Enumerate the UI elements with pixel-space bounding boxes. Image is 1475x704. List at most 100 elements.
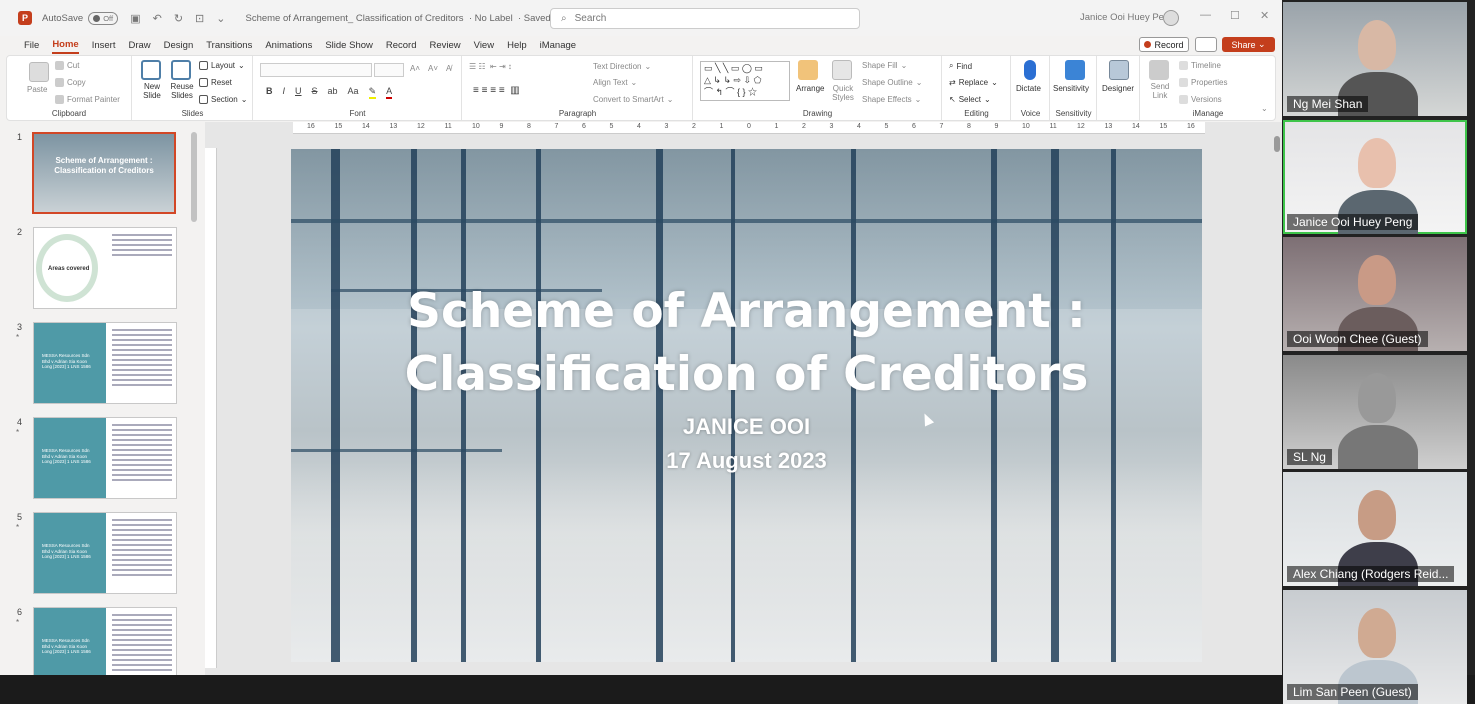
replace-button[interactable]: ⇄ Replace ⌄ (949, 78, 998, 87)
comments-button[interactable] (1195, 37, 1217, 52)
quick-styles-button[interactable]: Quick Styles (830, 84, 856, 102)
menu-view[interactable]: View (474, 38, 494, 53)
autosave-toggle[interactable]: Off (88, 11, 119, 25)
highlight-icon[interactable]: ✎ (368, 86, 377, 99)
new-slide-button[interactable]: New Slide (137, 82, 167, 100)
convert-smartart-button[interactable]: Convert to SmartArt ⌄ (593, 95, 673, 104)
search-box[interactable]: ⌕ Search (550, 8, 860, 29)
undo-icon[interactable]: ↶ (153, 12, 162, 25)
maximize-icon[interactable]: ☐ (1230, 9, 1240, 22)
menu-home[interactable]: Home (52, 37, 79, 54)
shape-effects-button[interactable]: Shape Effects ⌄ (862, 95, 921, 104)
menu-transitions[interactable]: Transitions (206, 38, 252, 53)
thumbnail-scrollbar[interactable] (191, 132, 197, 222)
text-direction-button[interactable]: Text Direction ⌄ (593, 62, 651, 71)
thumbnail-title: Areas covered (48, 266, 90, 272)
send-link-icon[interactable] (1149, 60, 1169, 80)
menu-design[interactable]: Design (164, 38, 194, 53)
menu-review[interactable]: Review (430, 38, 461, 53)
slide-thumbnail-6[interactable]: MESSA Resources Sdn Bhd v Adrian Sia Koo… (33, 607, 177, 675)
slide-thumbnail-3[interactable]: MESSA Resources Sdn Bhd v Adrian Sia Koo… (33, 322, 177, 404)
customize-qat-icon[interactable]: ⌄ (216, 12, 225, 25)
bold-icon[interactable]: B (266, 86, 273, 99)
decrease-font-size-icon[interactable]: A˅ (428, 64, 438, 73)
properties-button[interactable]: Properties (1179, 78, 1227, 87)
bullets-icon[interactable]: ☰ ☷ ⇤ ⇥ ↕ (469, 62, 512, 71)
slide-thumbnail-4[interactable]: MESSA Resources Sdn Bhd v Adrian Sia Koo… (33, 417, 177, 499)
clear-formatting-icon[interactable]: A̸ (446, 64, 451, 73)
menu-imanage[interactable]: iManage (540, 38, 576, 53)
participant-tile[interactable]: Alex Chiang (Rodgers Reid... (1283, 472, 1467, 586)
menu-animations[interactable]: Animations (265, 38, 312, 53)
participant-tile[interactable]: Ng Mei Shan (1283, 2, 1467, 116)
underline-icon[interactable]: U (295, 86, 302, 99)
reset-button[interactable]: Reset (199, 78, 232, 87)
autosave-state: Off (103, 13, 114, 23)
change-case-icon[interactable]: Aa (348, 86, 359, 99)
participant-tile[interactable]: Ooi Woon Chee (Guest) (1283, 237, 1467, 351)
dictate-button[interactable]: Dictate (1016, 84, 1041, 93)
participant-tile[interactable]: Janice Ooi Huey Peng (1283, 119, 1467, 234)
ruler-tick: 16 (307, 123, 315, 130)
designer-icon[interactable] (1109, 60, 1129, 80)
shape-outline-button[interactable]: Shape Outline ⌄ (862, 78, 922, 87)
minimize-icon[interactable]: — (1200, 9, 1211, 21)
section-button[interactable]: Section ⌄ (199, 95, 247, 104)
menu-help[interactable]: Help (507, 38, 527, 53)
participant-tile[interactable]: Lim San Peen (Guest) (1283, 589, 1467, 704)
paste-icon[interactable] (29, 62, 49, 82)
cut-button[interactable]: Cut (55, 61, 79, 70)
sensitivity-button[interactable]: Sensitivity (1053, 84, 1089, 93)
find-button[interactable]: ⌕ Find (949, 61, 972, 71)
menu-insert[interactable]: Insert (92, 38, 116, 53)
shapes-gallery[interactable]: ▭ ╲ ╲ ▭ ◯ ▭ △ ↳ ↳ ⇨ ⇩ ⬠ ⌒ ↰ ⌒ { } ☆ (700, 61, 790, 101)
current-slide[interactable]: Scheme of Arrangement : Classification o… (291, 149, 1202, 662)
increase-font-size-icon[interactable]: A˄ (410, 64, 420, 73)
share-button[interactable]: Share ⌄ (1222, 37, 1275, 52)
present-icon[interactable]: ⊡ (195, 12, 204, 25)
timeline-button[interactable]: Timeline (1179, 61, 1221, 70)
strikethrough-icon[interactable]: S (312, 86, 318, 99)
menu-record[interactable]: Record (386, 38, 417, 53)
shape-fill-button[interactable]: Shape Fill ⌄ (862, 61, 907, 70)
quick-styles-icon[interactable] (832, 60, 852, 80)
font-color-icon[interactable]: A (386, 86, 393, 99)
italic-icon[interactable]: I (283, 86, 286, 99)
menu-slide-show[interactable]: Slide Show (325, 38, 373, 53)
reuse-slides-icon[interactable] (171, 60, 191, 80)
save-icon[interactable]: ▣ (130, 12, 140, 25)
close-icon[interactable]: ✕ (1260, 9, 1269, 22)
user-name[interactable]: Janice Ooi Huey Peng (1080, 12, 1175, 23)
participant-tile[interactable]: SL Ng (1283, 354, 1467, 469)
character-spacing-icon[interactable]: ab (328, 86, 338, 99)
convert-smartart-label: Convert to SmartArt (593, 95, 664, 104)
versions-button[interactable]: Versions (1179, 95, 1222, 104)
menu-draw[interactable]: Draw (128, 38, 150, 53)
paste-button[interactable]: Paste (27, 85, 47, 94)
format-painter-button[interactable]: Format Painter (55, 95, 120, 104)
font-size-input[interactable] (374, 63, 404, 77)
copy-button[interactable]: Copy (55, 78, 86, 87)
alignment-icons[interactable]: ≡ ≡ ≡ ≡ ▥ (473, 85, 520, 96)
arrange-button[interactable]: Arrange (796, 84, 824, 93)
editor-scroll-thumb[interactable] (1274, 136, 1280, 152)
microphone-icon[interactable] (1024, 60, 1036, 80)
record-button[interactable]: Record (1139, 37, 1189, 52)
select-button[interactable]: ↖ Select ⌄ (949, 95, 991, 104)
slide-thumbnail-1[interactable]: Scheme of Arrangement : Classification o… (32, 132, 176, 214)
arrange-icon[interactable] (798, 60, 818, 80)
new-slide-icon[interactable] (141, 60, 161, 80)
send-link-button[interactable]: Send Link (1149, 82, 1171, 100)
menu-file[interactable]: File (24, 38, 39, 53)
slide-thumbnail-5[interactable]: MESSA Resources Sdn Bhd v Adrian Sia Koo… (33, 512, 177, 594)
redo-icon[interactable]: ↻ (174, 12, 183, 25)
sensitivity-icon[interactable] (1065, 60, 1085, 80)
editor-scrollbar[interactable] (1273, 126, 1281, 666)
designer-button[interactable]: Designer (1102, 84, 1134, 93)
align-text-button[interactable]: Align Text ⌄ (593, 78, 637, 87)
reuse-slides-button[interactable]: Reuse Slides (167, 82, 197, 100)
slide-thumbnail-2[interactable]: Areas covered (33, 227, 177, 309)
user-avatar-icon[interactable] (1163, 10, 1179, 26)
font-name-input[interactable] (260, 63, 372, 77)
layout-button[interactable]: Layout ⌄ (199, 61, 245, 70)
